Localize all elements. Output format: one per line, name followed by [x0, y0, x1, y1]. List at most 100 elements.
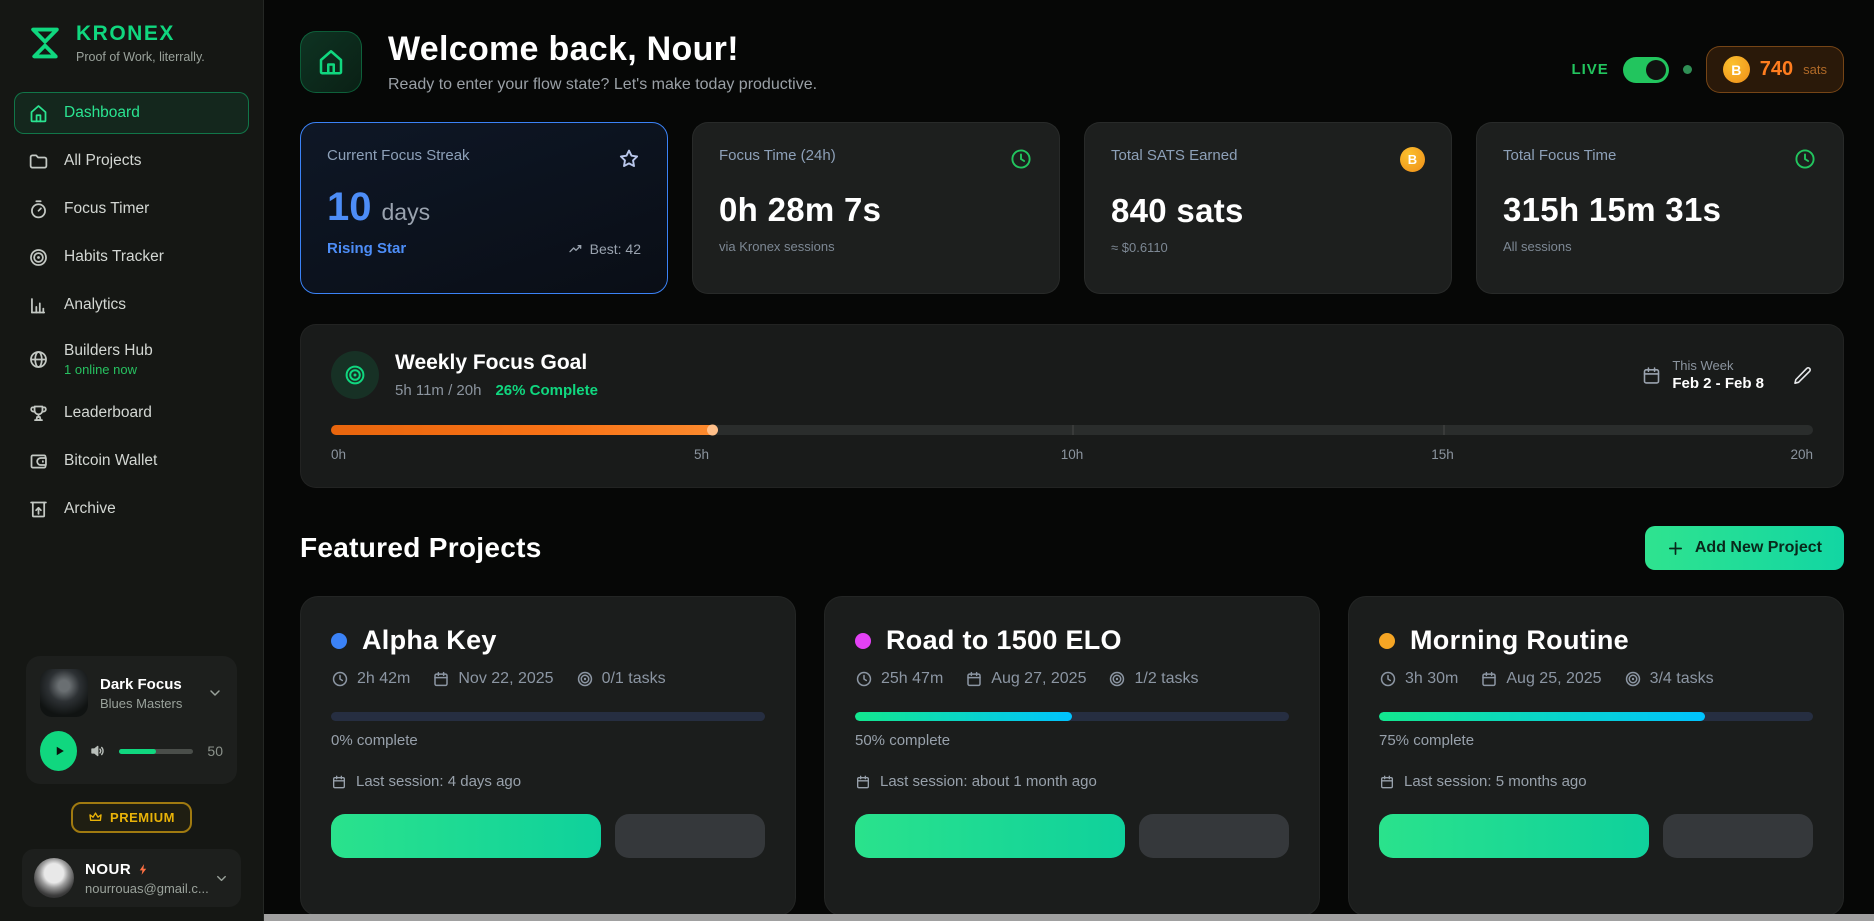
stat-card-focus-streak[interactable]: Current Focus Streak 10 days Rising Star…	[300, 122, 668, 294]
sidebar-item-leaderboard[interactable]: Leaderboard	[14, 392, 249, 434]
add-new-project-button[interactable]: Add New Project	[1645, 526, 1844, 570]
stat-title: Total SATS Earned	[1111, 147, 1237, 164]
sidebar-item-label: Builders Hub	[64, 342, 153, 360]
globe-icon	[28, 349, 49, 370]
sidebar-item-archive[interactable]: Archive	[14, 488, 249, 530]
bitcoin-coin-icon: B	[1400, 147, 1425, 172]
target-icon	[576, 670, 594, 688]
stat-card-total-focus-time[interactable]: Total Focus Time 315h 15m 31s All sessio…	[1476, 122, 1844, 294]
sidebar-item-builders-hub[interactable]: Builders Hub 1 online now	[14, 332, 249, 386]
stat-card-focus-time[interactable]: Focus Time (24h) 0h 28m 7s via Kronex se…	[692, 122, 1060, 294]
project-complete-text: 75% complete	[1379, 732, 1813, 749]
weekly-focus-goal-card: Weekly Focus Goal 5h 11m / 20h 26% Compl…	[300, 324, 1844, 488]
project-card-morning-routine[interactable]: Morning Routine 3h 30m Aug 25, 2025 3/4 …	[1348, 596, 1844, 916]
project-complete-text: 50% complete	[855, 732, 1289, 749]
sidebar-item-habits-tracker[interactable]: Habits Tracker	[14, 236, 249, 278]
user-name: NOUR	[85, 861, 131, 878]
project-name: Road to 1500 ELO	[886, 625, 1122, 656]
streak-unit: days	[382, 199, 431, 226]
goal-period-range: Feb 2 - Feb 8	[1672, 375, 1764, 392]
calendar-icon	[331, 774, 347, 790]
calendar-icon	[1480, 670, 1498, 688]
sidebar-item-analytics[interactable]: Analytics	[14, 284, 249, 326]
project-time: 2h 42m	[357, 670, 410, 688]
live-label: LIVE	[1571, 61, 1608, 78]
plus-icon	[1667, 540, 1684, 557]
chevron-down-icon[interactable]	[207, 685, 223, 701]
tick-mark	[1443, 425, 1445, 435]
home-tile-icon	[300, 31, 362, 93]
calendar-icon	[1379, 774, 1395, 790]
project-time: 3h 30m	[1405, 670, 1458, 688]
sidebar-item-focus-timer[interactable]: Focus Timer	[14, 188, 249, 230]
play-button[interactable]	[40, 731, 77, 771]
online-now-badge: 1 online now	[64, 362, 153, 377]
wallet-icon	[28, 451, 49, 472]
project-card-road-to-1500-elo[interactable]: Road to 1500 ELO 25h 47m Aug 27, 2025 1/…	[824, 596, 1320, 916]
folder-icon	[28, 151, 49, 172]
clock-icon	[855, 670, 873, 688]
track-title: Dark Focus	[100, 676, 195, 693]
home-icon	[28, 103, 49, 124]
chevron-down-icon[interactable]	[214, 871, 229, 886]
clock-icon	[1793, 147, 1817, 171]
project-secondary-button[interactable]	[615, 814, 765, 858]
project-color-dot	[331, 633, 347, 649]
stopwatch-icon	[28, 199, 49, 220]
goal-progress-fill	[331, 425, 716, 435]
sats-value: 740	[1760, 58, 1793, 81]
stat-card-sats-earned[interactable]: Total SATS Earned B 840 sats ≈ $0.6110	[1084, 122, 1452, 294]
featured-projects-title: Featured Projects	[300, 532, 542, 564]
sidebar-item-dashboard[interactable]: Dashboard	[14, 92, 249, 134]
goal-progress-text: 5h 11m / 20h	[395, 382, 481, 399]
sidebar-item-all-projects[interactable]: All Projects	[14, 140, 249, 182]
lightning-bolt-icon	[137, 862, 150, 877]
project-secondary-button[interactable]	[1139, 814, 1289, 858]
project-tasks: 0/1 tasks	[602, 670, 666, 688]
project-secondary-button[interactable]	[1663, 814, 1813, 858]
goal-progress-knob	[707, 425, 718, 436]
sidebar-nav: Dashboard All Projects Focus Timer Habit…	[14, 92, 249, 530]
edit-goal-button[interactable]	[1792, 365, 1813, 386]
streak-badge: Rising Star	[327, 240, 406, 257]
volume-slider[interactable]	[119, 749, 193, 754]
goal-tick-label: 5h	[694, 447, 709, 462]
project-color-dot	[855, 633, 871, 649]
premium-badge[interactable]: PREMIUM	[71, 802, 192, 833]
sidebar-item-label: Dashboard	[64, 104, 140, 122]
sidebar-item-label: Archive	[64, 500, 116, 518]
project-progress-fill	[1379, 712, 1705, 721]
speaker-icon	[89, 742, 107, 760]
project-progress-fill	[855, 712, 1072, 721]
stat-title: Focus Time (24h)	[719, 147, 836, 164]
app-name: KRONEX	[76, 22, 205, 46]
project-color-dot	[1379, 633, 1395, 649]
stat-cards: Current Focus Streak 10 days Rising Star…	[300, 122, 1844, 294]
sidebar-item-bitcoin-wallet[interactable]: Bitcoin Wallet	[14, 440, 249, 482]
start-session-button[interactable]	[855, 814, 1125, 858]
app-tagline: Proof of Work, literrally.	[76, 50, 205, 64]
stat-title: Current Focus Streak	[327, 147, 470, 164]
project-last-session: Last session: 5 months ago	[1404, 773, 1587, 790]
sidebar-item-label: Analytics	[64, 296, 126, 314]
sidebar-item-label: Habits Tracker	[64, 248, 164, 266]
target-icon	[1624, 670, 1642, 688]
goal-tick-label: 20h	[1790, 447, 1813, 462]
goal-tick-label: 15h	[1431, 447, 1454, 462]
main-content: Welcome back, Nour! Ready to enter your …	[264, 0, 1874, 921]
start-session-button[interactable]	[331, 814, 601, 858]
horizontal-scrollbar[interactable]	[264, 914, 1874, 921]
sidebar-item-label: Focus Timer	[64, 200, 149, 218]
target-icon	[28, 247, 49, 268]
goal-complete-text: 26% Complete	[495, 382, 598, 399]
live-toggle[interactable]	[1623, 57, 1669, 83]
project-name: Alpha Key	[362, 625, 497, 656]
project-card-alpha-key[interactable]: Alpha Key 2h 42m Nov 22, 2025 0/1 tasks …	[300, 596, 796, 916]
sidebar-item-label: All Projects	[64, 152, 142, 170]
goal-tick-label: 10h	[1061, 447, 1084, 462]
start-session-button[interactable]	[1379, 814, 1649, 858]
user-profile[interactable]: NOUR nourrouas@gmail.c...	[22, 849, 241, 907]
page-title: Welcome back, Nour!	[388, 30, 817, 69]
stat-footer: via Kronex sessions	[719, 239, 1033, 254]
sats-balance-badge[interactable]: B 740 sats	[1706, 46, 1844, 93]
